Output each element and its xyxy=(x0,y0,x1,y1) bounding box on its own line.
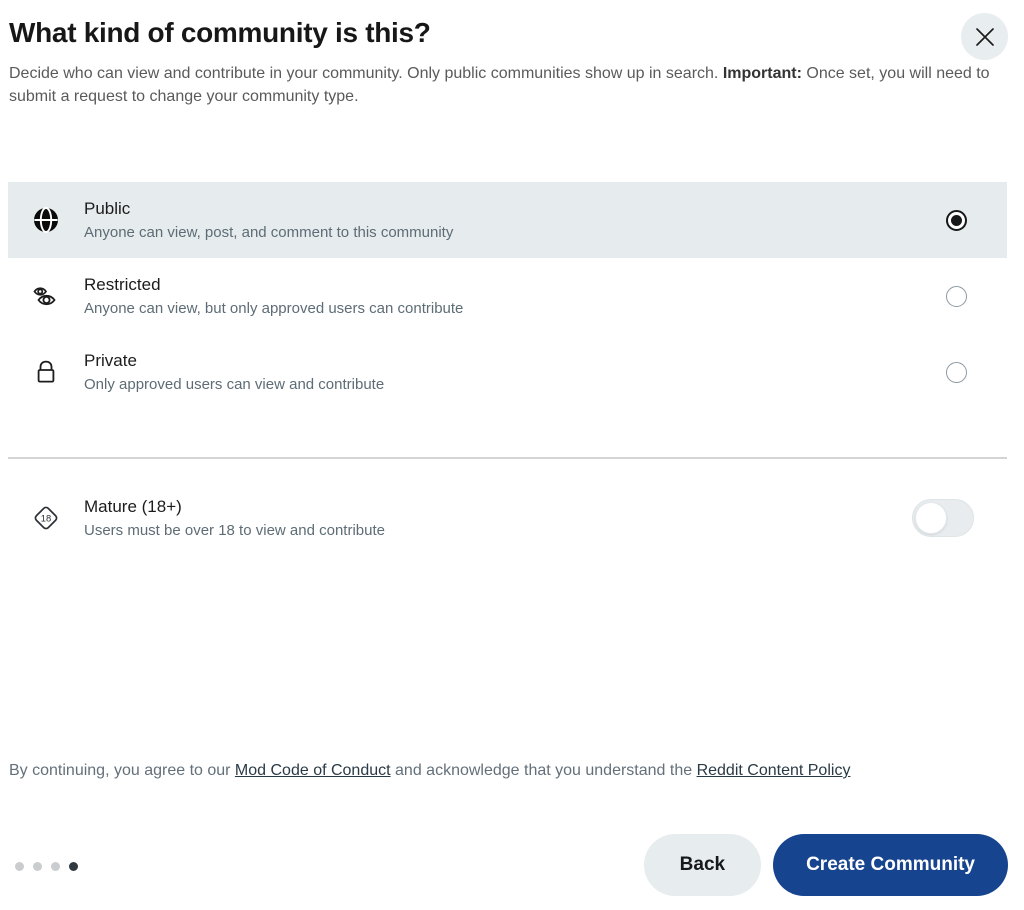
toggle-knob xyxy=(915,502,947,534)
option-description-private: Only approved users can view and contrib… xyxy=(84,375,385,393)
subtitle-important: Important: xyxy=(722,65,802,82)
step-dot-4 xyxy=(69,862,78,871)
option-title-private: Private xyxy=(84,350,137,370)
mature-text: Mature (18+) Users must be over 18 to vi… xyxy=(84,496,912,541)
option-text-restricted: Restricted Anyone can view, but only app… xyxy=(84,274,946,319)
option-text-private: Private Only approved users can view and… xyxy=(84,350,946,395)
lock-icon xyxy=(30,356,62,388)
option-text-public: Public Anyone can view, post, and commen… xyxy=(84,198,946,243)
community-type-options: Public Anyone can view, post, and commen… xyxy=(8,182,1007,410)
back-button[interactable]: Back xyxy=(643,834,762,896)
mod-code-of-conduct-link[interactable]: Mod Code of Conduct xyxy=(235,762,391,779)
radio-public[interactable] xyxy=(946,209,967,231)
mature-title: Mature (18+) xyxy=(84,496,182,516)
legal-text: By continuing, you agree to our Mod Code… xyxy=(9,757,999,785)
close-button[interactable] xyxy=(961,13,1008,60)
mature-description: Users must be over 18 to view and contri… xyxy=(84,521,385,539)
section-divider xyxy=(8,457,1007,459)
mature-toggle[interactable] xyxy=(912,499,974,537)
option-row-private[interactable]: Private Only approved users can view and… xyxy=(8,334,1007,410)
option-description-public: Anyone can view, post, and comment to th… xyxy=(84,223,454,241)
create-community-button[interactable]: Create Community xyxy=(773,834,1008,896)
step-dot-3 xyxy=(51,862,60,871)
page-title: What kind of community is this? xyxy=(9,17,431,48)
option-title-public: Public xyxy=(84,198,131,218)
mature-content-row[interactable]: 18 Mature (18+) Users must be over 18 to… xyxy=(8,488,1007,548)
legal-text-1: By continuing, you agree to our xyxy=(9,762,235,779)
legal-text-2: and acknowledge that you understand the xyxy=(390,762,697,779)
globe-icon xyxy=(30,204,62,236)
option-description-restricted: Anyone can view, but only approved users… xyxy=(84,299,464,317)
step-dot-2 xyxy=(33,862,42,871)
step-dot-1 xyxy=(15,862,24,871)
subtitle-text-1: Decide who can view and contribute in yo… xyxy=(9,65,723,82)
create-community-modal: What kind of community is this? Decide w… xyxy=(0,0,1024,910)
modal-subtitle: Decide who can view and contribute in yo… xyxy=(9,62,999,108)
age-18-icon: 18 xyxy=(30,502,62,534)
eye-restricted-icon xyxy=(30,280,62,312)
close-icon xyxy=(974,26,996,48)
reddit-content-policy-link[interactable]: Reddit Content Policy xyxy=(697,762,851,779)
modal-header: What kind of community is this? Decide w… xyxy=(0,0,1024,108)
radio-restricted[interactable] xyxy=(946,285,967,307)
step-progress-dots xyxy=(15,862,78,871)
option-row-restricted[interactable]: Restricted Anyone can view, but only app… xyxy=(8,258,1007,334)
option-row-public[interactable]: Public Anyone can view, post, and commen… xyxy=(8,182,1007,258)
modal-actions: Back Create Community xyxy=(643,834,1008,896)
option-title-restricted: Restricted xyxy=(84,274,161,294)
svg-text:18: 18 xyxy=(41,513,51,524)
radio-private[interactable] xyxy=(946,361,967,383)
